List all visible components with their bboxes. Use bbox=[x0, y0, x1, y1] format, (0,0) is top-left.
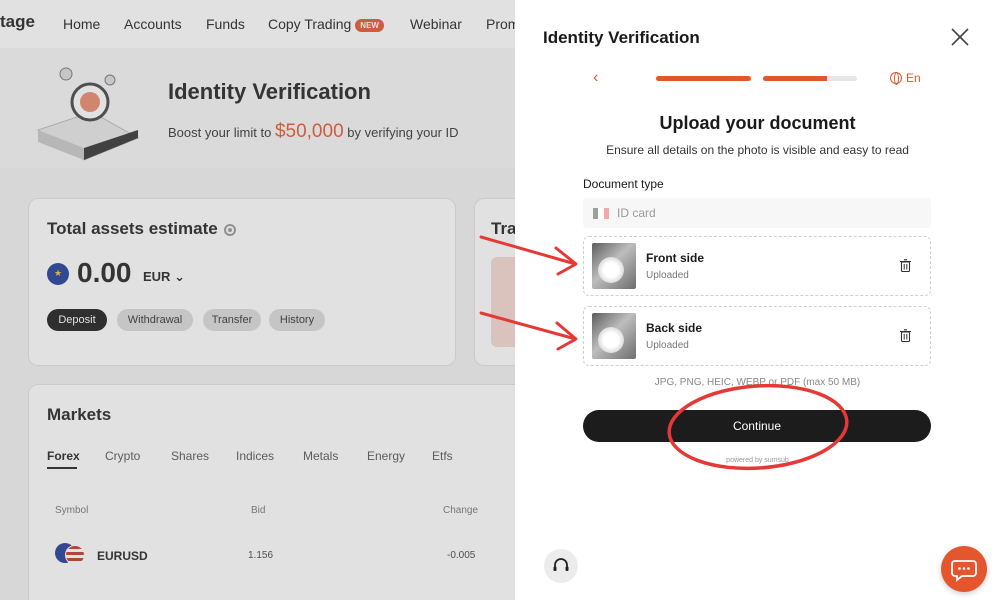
chevron-left-icon[interactable]: ‹ bbox=[593, 70, 607, 86]
panel-title: Identity Verification bbox=[543, 28, 700, 47]
country-flag-icon bbox=[593, 207, 609, 219]
chat-icon[interactable] bbox=[941, 546, 987, 592]
globe-icon bbox=[890, 72, 902, 85]
document-thumbnail bbox=[592, 313, 636, 359]
progress-step-1 bbox=[656, 76, 751, 81]
modal-backdrop[interactable] bbox=[0, 0, 515, 600]
verification-panel: Identity Verification ‹ En Upload your d… bbox=[515, 0, 1000, 600]
progress-fill bbox=[763, 76, 827, 81]
document-type-value: ID card bbox=[617, 206, 656, 220]
document-status: Uploaded bbox=[646, 340, 689, 351]
document-thumbnail bbox=[592, 243, 636, 289]
front-side-upload[interactable]: Front side Uploaded bbox=[583, 236, 931, 296]
document-name: Back side bbox=[646, 321, 703, 335]
close-icon[interactable] bbox=[949, 26, 971, 48]
document-status: Uploaded bbox=[646, 270, 689, 281]
trash-icon[interactable] bbox=[900, 329, 911, 342]
powered-by: powered by sumsub bbox=[726, 457, 789, 464]
continue-button[interactable]: Continue bbox=[583, 410, 931, 442]
document-type-select[interactable]: ID card bbox=[583, 198, 931, 228]
trash-icon[interactable] bbox=[900, 259, 911, 272]
upload-title: Upload your document bbox=[659, 113, 856, 133]
headset-icon[interactable] bbox=[544, 549, 578, 583]
upload-subtitle: Ensure all details on the photo is visib… bbox=[606, 143, 909, 157]
progress-step-2 bbox=[763, 76, 857, 81]
progress-fill bbox=[656, 76, 751, 81]
language-selector[interactable]: En bbox=[890, 71, 921, 85]
accepted-formats: JPG, PNG, HEIC, WEBP or PDF (max 50 MB) bbox=[654, 377, 861, 388]
language-label: En bbox=[906, 71, 921, 85]
document-type-label: Document type bbox=[583, 177, 664, 191]
back-side-upload[interactable]: Back side Uploaded bbox=[583, 306, 931, 366]
document-name: Front side bbox=[646, 251, 705, 265]
